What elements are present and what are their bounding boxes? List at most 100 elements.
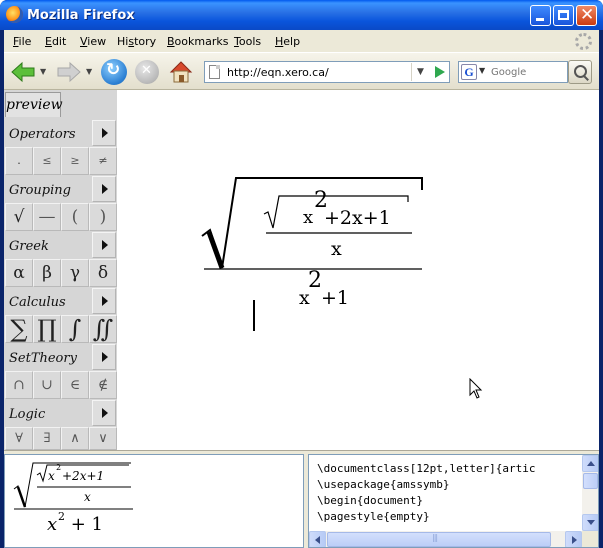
- group-title-logic[interactable]: Logic: [5, 400, 91, 426]
- symbol-intersection[interactable]: ∩: [5, 371, 33, 399]
- menu-tools[interactable]: Tools: [234, 35, 261, 48]
- inner-numerator-rest[interactable]: +2x+1: [324, 207, 391, 229]
- latex-source-pane[interactable]: \documentclass[12pt,letter]{artic \usepa…: [308, 454, 599, 548]
- search-input[interactable]: [491, 64, 565, 80]
- group-expand-logic[interactable]: [92, 400, 116, 426]
- search-engine-icon[interactable]: G: [461, 64, 477, 80]
- symbol-leq[interactable]: ≤: [33, 147, 61, 175]
- symbol-sum[interactable]: ∑: [5, 315, 33, 343]
- group-expand-calculus[interactable]: [92, 288, 116, 314]
- window-title: Mozilla Firefox: [27, 8, 135, 23]
- minimize-icon: [536, 18, 544, 21]
- menu-view-label: iew: [87, 35, 107, 48]
- outer-denominator-exponent[interactable]: 2: [308, 268, 322, 293]
- back-button[interactable]: [10, 61, 36, 83]
- maximize-button[interactable]: [553, 5, 574, 26]
- preview-outer-rest: + 1: [65, 514, 103, 535]
- symbol-product[interactable]: ∏: [33, 315, 61, 343]
- group-expand-operators[interactable]: [92, 120, 116, 146]
- close-icon: ✕: [580, 5, 595, 25]
- group-title-settheory[interactable]: SetTheory: [5, 344, 91, 370]
- firefox-logo-icon: [6, 6, 23, 23]
- back-arrow-icon: [11, 61, 35, 83]
- group-expand-greek[interactable]: [92, 232, 116, 258]
- menu-view[interactable]: View: [80, 35, 106, 48]
- vertical-scroll-thumb[interactable]: [583, 473, 598, 489]
- scroll-right-button[interactable]: [565, 531, 582, 547]
- symbol-union[interactable]: ∪: [33, 371, 61, 399]
- home-icon: [169, 61, 193, 83]
- symbol-dot[interactable]: .: [5, 147, 33, 175]
- symbol-double-integral[interactable]: ∬: [89, 315, 117, 343]
- group-title-operators[interactable]: Operators: [5, 120, 91, 146]
- menu-history-pre: Hi: [117, 35, 129, 48]
- symbol-delta[interactable]: δ: [89, 259, 117, 287]
- symbol-for-all[interactable]: ∀: [5, 427, 33, 450]
- page-icon: [209, 65, 220, 79]
- symbol-neq[interactable]: ≠: [89, 147, 117, 175]
- preview-inner-var: x: [48, 469, 55, 483]
- symbol-beta[interactable]: β: [33, 259, 61, 287]
- minimize-button[interactable]: [530, 5, 551, 26]
- menu-file[interactable]: File: [13, 35, 31, 48]
- source-line[interactable]: \pagestyle{empty}: [317, 510, 430, 523]
- scroll-left-button[interactable]: [309, 531, 326, 547]
- group-title-greek[interactable]: Greek: [5, 232, 91, 258]
- inner-denominator[interactable]: x: [331, 238, 342, 260]
- menu-help[interactable]: Help: [275, 35, 300, 48]
- menu-bookmarks-label: ookmarks: [174, 35, 229, 48]
- vertical-scrollbar[interactable]: [582, 455, 598, 531]
- close-button[interactable]: ✕: [576, 5, 597, 26]
- reload-button[interactable]: [101, 59, 127, 85]
- address-text[interactable]: http://eqn.xero.ca/: [227, 66, 329, 79]
- symbol-element-of[interactable]: ∈: [61, 371, 89, 399]
- symbol-left-paren[interactable]: (: [61, 203, 89, 231]
- horizontal-scrollbar[interactable]: [309, 531, 582, 547]
- forward-arrow-icon: [57, 61, 81, 83]
- menu-bookmarks[interactable]: Bookmarks: [167, 35, 228, 48]
- symbol-sqrt[interactable]: √: [5, 203, 33, 231]
- address-bar[interactable]: http://eqn.xero.ca/ ▼: [204, 61, 450, 83]
- title-bar[interactable]: Mozilla Firefox ✕: [0, 0, 603, 30]
- preview-inner-rest: +2x+1: [62, 469, 105, 483]
- symbol-right-paren[interactable]: ): [89, 203, 117, 231]
- group-expand-settheory[interactable]: [92, 344, 116, 370]
- address-dropdown-button[interactable]: ▼: [411, 63, 429, 81]
- stop-button[interactable]: [135, 60, 159, 84]
- source-line[interactable]: \documentclass[12pt,letter]{artic: [317, 462, 536, 475]
- inner-numerator-var[interactable]: x: [303, 207, 313, 228]
- preview-tab[interactable]: preview: [5, 92, 63, 117]
- group-title-calculus[interactable]: Calculus: [5, 288, 91, 314]
- forward-history-dropdown[interactable]: ▼: [86, 67, 92, 76]
- symbol-and[interactable]: ∧: [61, 427, 89, 450]
- outer-denominator-rest[interactable]: +1: [321, 287, 349, 309]
- home-button[interactable]: [168, 59, 194, 85]
- scroll-up-button[interactable]: [582, 455, 598, 472]
- menu-history[interactable]: History: [117, 35, 156, 48]
- navigation-toolbar: ▼ ▼ http://eqn.xero.ca/ ▼: [4, 52, 599, 90]
- preview-inner-denominator: x: [84, 490, 91, 504]
- group-expand-grouping[interactable]: [92, 176, 116, 202]
- source-line[interactable]: \usepackage{amssymb}: [317, 478, 449, 491]
- symbol-not-element-of[interactable]: ∉: [89, 371, 117, 399]
- symbol-geq[interactable]: ≥: [61, 147, 89, 175]
- source-line[interactable]: \begin{document}: [317, 494, 423, 507]
- equation-editor[interactable]: x 2 +2x+1 x x 2 +1: [118, 90, 599, 450]
- search-engine-dropdown[interactable]: ▼: [479, 66, 485, 75]
- search-bar[interactable]: G ▼: [458, 61, 568, 83]
- go-button[interactable]: [431, 64, 447, 80]
- symbol-fraction-bar[interactable]: —: [33, 203, 61, 231]
- symbol-exists[interactable]: ∃: [33, 427, 61, 450]
- back-history-dropdown[interactable]: ▼: [40, 67, 46, 76]
- symbol-alpha[interactable]: α: [5, 259, 33, 287]
- menu-edit[interactable]: Edit: [45, 35, 66, 48]
- menu-tools-label: ools: [238, 35, 262, 48]
- symbol-gamma[interactable]: γ: [61, 259, 89, 287]
- symbol-integral[interactable]: ∫: [61, 315, 89, 343]
- symbol-or[interactable]: ∨: [89, 427, 117, 450]
- search-button[interactable]: [568, 60, 592, 84]
- group-title-grouping[interactable]: Grouping: [5, 176, 91, 202]
- scroll-down-button[interactable]: [582, 514, 598, 531]
- forward-button[interactable]: [56, 61, 82, 83]
- horizontal-scroll-thumb[interactable]: [327, 532, 551, 547]
